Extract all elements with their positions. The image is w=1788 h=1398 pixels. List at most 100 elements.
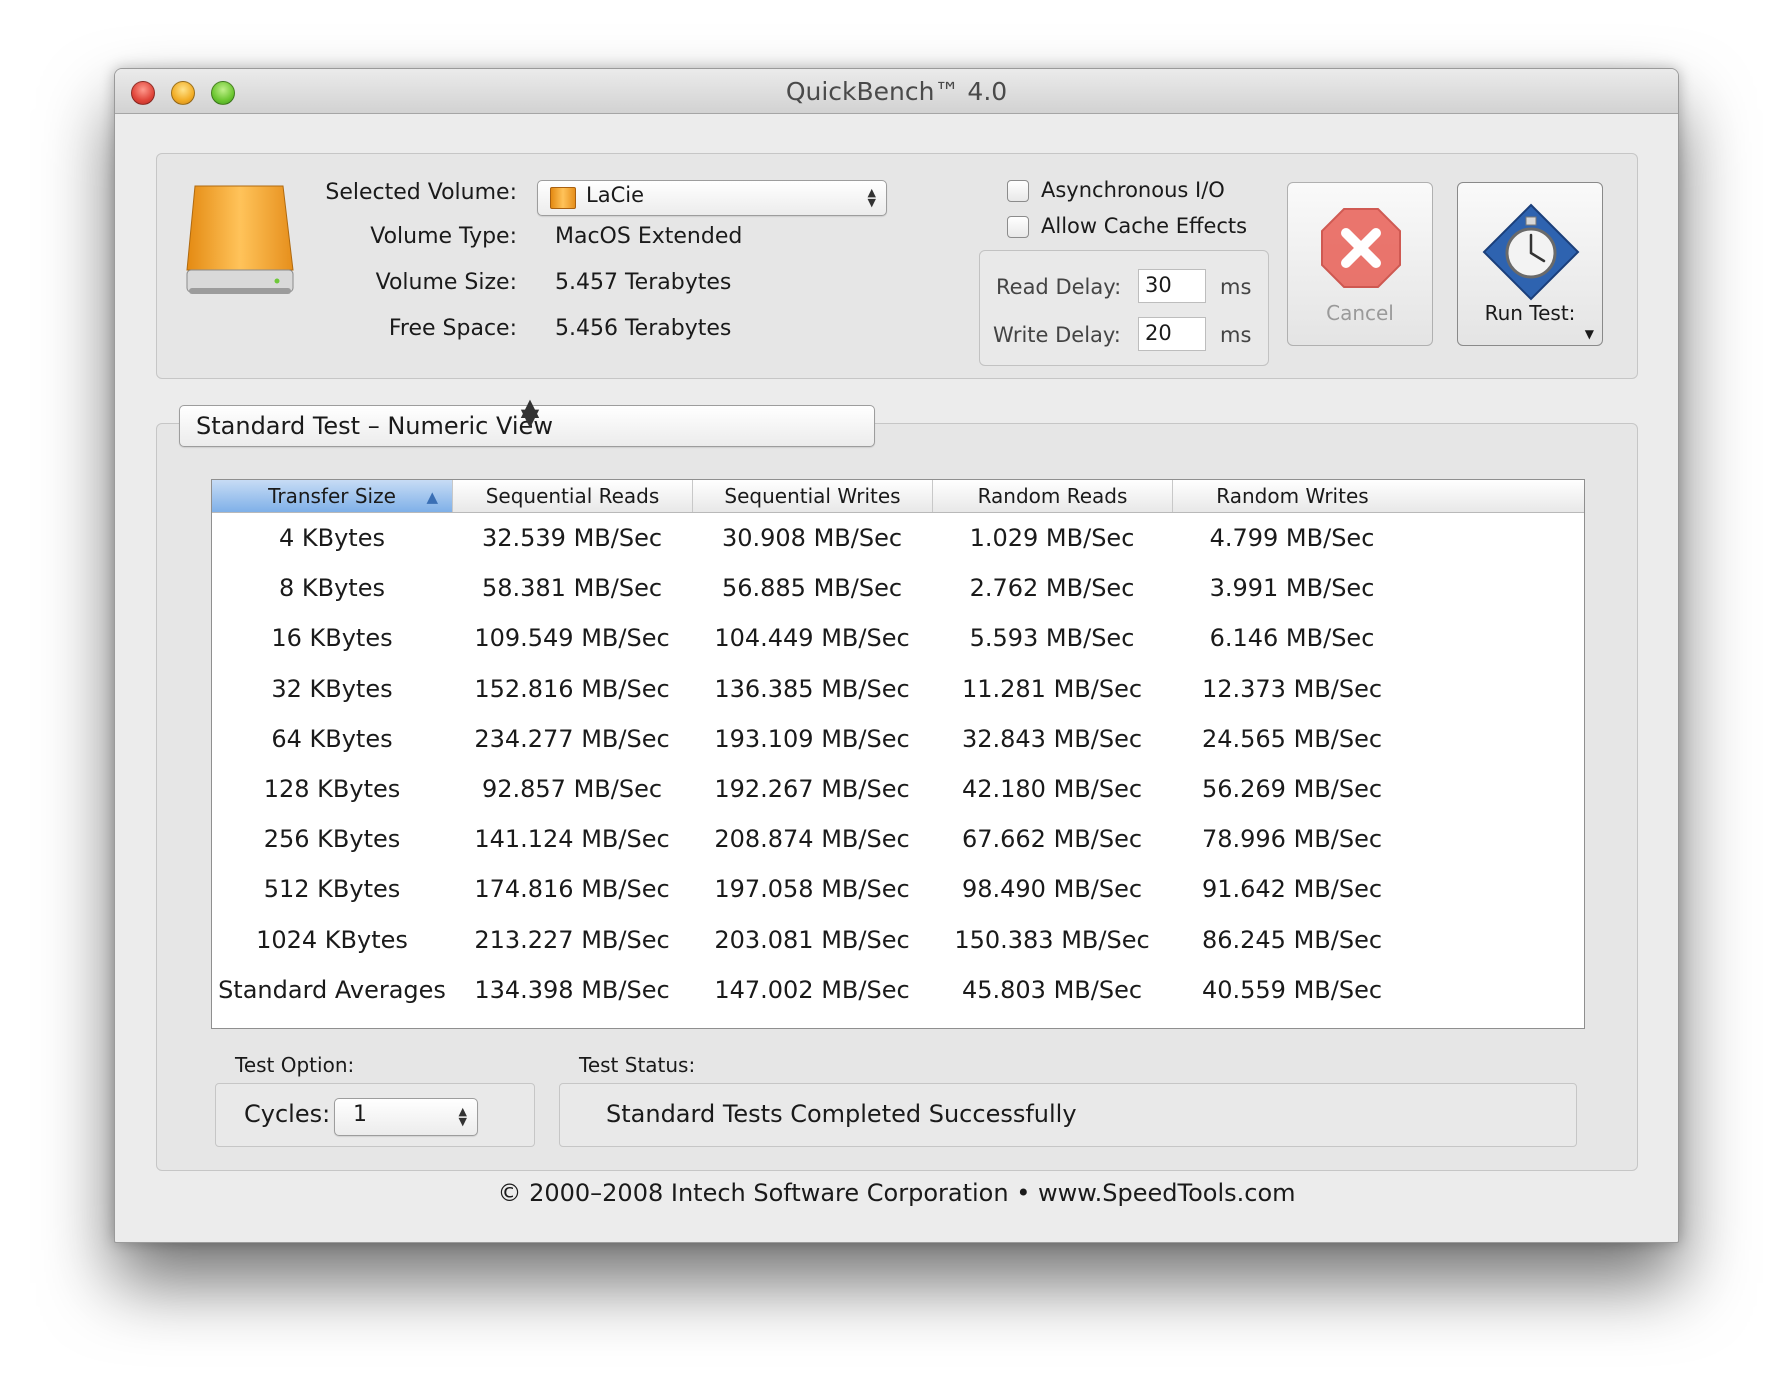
cell-sequential-writes: 136.385 MB/Sec xyxy=(714,674,910,703)
column-header-random-writes[interactable]: Random Writes xyxy=(1172,480,1412,512)
test-status-label: Test Status: xyxy=(579,1053,696,1077)
table-row[interactable]: 16 KBytes 109.549 MB/Sec 104.449 MB/Sec 5.5… xyxy=(212,613,1584,663)
cache-effects-checkbox[interactable] xyxy=(1007,216,1029,238)
cell-random-reads: 150.383 MB/Sec xyxy=(954,925,1150,954)
cell-random-writes: 24.565 MB/Sec xyxy=(1201,724,1383,753)
cell-sequential-writes: 104.449 MB/Sec xyxy=(714,624,910,653)
cell-sequential-reads: 134.398 MB/Sec xyxy=(474,975,670,1004)
cell-transfer-size: Standard Averages xyxy=(218,975,446,1004)
column-header-sequential-writes[interactable]: Sequential Writes xyxy=(692,480,932,512)
cell-transfer-size: 128 KBytes xyxy=(263,775,401,803)
test-status-value: Standard Tests Completed Successfully xyxy=(606,1100,1077,1128)
cell-random-writes: 4.799 MB/Sec xyxy=(1209,524,1375,552)
free-space-value: 5.456 Terabytes xyxy=(555,316,732,341)
test-option-box: Cycles: 1 ▲ ▼ xyxy=(215,1083,535,1147)
title-bar: QuickBench™ 4.0 xyxy=(115,69,1678,114)
volume-size-value: 5.457 Terabytes xyxy=(555,270,732,295)
cell-random-reads: 1.029 MB/Sec xyxy=(969,524,1135,552)
cell-random-reads: 5.593 MB/Sec xyxy=(969,624,1135,653)
cell-transfer-size: 16 KBytes xyxy=(271,624,393,653)
select-arrows-icon: ▲ ▼ xyxy=(867,186,876,209)
app-window: QuickBench™ 4.0 Selected Volume: LaCie ▲… xyxy=(114,68,1679,1243)
stop-icon xyxy=(1321,208,1401,288)
stopwatch-icon xyxy=(1482,203,1580,301)
cell-random-writes: 91.642 MB/Sec xyxy=(1201,875,1383,904)
cell-sequential-reads: 152.816 MB/Sec xyxy=(474,674,670,703)
cycles-label: Cycles: xyxy=(244,1100,331,1128)
run-test-label: Run Test: xyxy=(1484,301,1576,325)
cycles-select-value: 1 xyxy=(353,1102,367,1127)
selected-volume-label: Selected Volume: xyxy=(325,180,517,205)
external-drive-icon xyxy=(185,182,297,302)
cell-random-writes: 86.245 MB/Sec xyxy=(1201,925,1383,954)
column-header-random-reads[interactable]: Random Reads xyxy=(932,480,1172,512)
read-delay-unit: ms xyxy=(1220,275,1252,299)
table-row[interactable]: 64 KBytes 234.277 MB/Sec 193.109 MB/Sec 32.… xyxy=(212,714,1584,764)
table-row[interactable]: 32 KBytes 152.816 MB/Sec 136.385 MB/Sec 11.… xyxy=(212,664,1584,714)
cell-random-reads: 2.762 MB/Sec xyxy=(969,574,1135,603)
column-header-transfer-size[interactable]: Transfer Size ▲ xyxy=(212,480,452,512)
cancel-button-label: Cancel xyxy=(1326,301,1394,325)
table-row[interactable]: 256 KBytes 141.124 MB/Sec 208.874 MB/Sec 67… xyxy=(212,814,1584,864)
volume-size-label: Volume Size: xyxy=(375,270,517,295)
cell-sequential-reads: 58.381 MB/Sec xyxy=(481,574,663,603)
cell-random-reads: 98.490 MB/Sec xyxy=(961,875,1143,904)
cell-sequential-writes: 192.267 MB/Sec xyxy=(714,775,910,803)
view-select[interactable]: Standard Test – Numeric View ▲ ▼ xyxy=(179,393,875,447)
volume-select-value: LaCie xyxy=(586,183,644,207)
column-header-label: Transfer Size xyxy=(268,484,396,508)
cell-random-writes: 56.269 MB/Sec xyxy=(1201,775,1383,803)
cell-sequential-writes: 193.109 MB/Sec xyxy=(714,724,910,753)
volume-type-value: MacOS Extended xyxy=(555,224,743,249)
write-delay-label: Write Delay: xyxy=(993,323,1121,347)
table-row[interactable]: 512 KBytes 174.816 MB/Sec 197.058 MB/Sec 98… xyxy=(212,864,1584,914)
async-io-checkbox[interactable] xyxy=(1007,180,1029,202)
delay-box: Read Delay: 30 ms Write Delay: 20 ms xyxy=(979,250,1269,366)
cell-random-reads: 42.180 MB/Sec xyxy=(961,775,1143,803)
sort-ascending-icon: ▲ xyxy=(426,488,438,506)
cycles-select[interactable]: 1 ▲ ▼ xyxy=(334,1098,478,1136)
volume-select[interactable]: LaCie ▲ ▼ xyxy=(537,180,887,216)
cell-random-writes: 40.559 MB/Sec xyxy=(1201,975,1383,1004)
cell-transfer-size: 4 KBytes xyxy=(279,524,385,552)
cell-sequential-writes: 208.874 MB/Sec xyxy=(714,825,910,854)
cell-sequential-reads: 32.539 MB/Sec xyxy=(481,524,663,552)
cell-random-writes: 78.996 MB/Sec xyxy=(1201,825,1383,854)
volume-type-label: Volume Type: xyxy=(370,224,517,249)
table-row[interactable]: 8 KBytes 58.381 MB/Sec 56.885 MB/Sec 2.762 … xyxy=(212,563,1584,613)
run-test-button[interactable]: Run Test: ▼ xyxy=(1457,182,1603,346)
copyright-footer: © 2000–2008 Intech Software Corporation … xyxy=(497,1179,1296,1207)
select-arrows-icon: ▲ ▼ xyxy=(520,393,540,431)
column-header-sequential-reads[interactable]: Sequential Reads xyxy=(452,480,692,512)
table-row[interactable]: 4 KBytes 32.539 MB/Sec 30.908 MB/Sec 1.029 … xyxy=(212,513,1584,563)
free-space-label: Free Space: xyxy=(388,316,517,341)
cell-transfer-size: 64 KBytes xyxy=(271,724,393,753)
cancel-button[interactable]: Cancel xyxy=(1287,182,1433,346)
window-title: QuickBench™ 4.0 xyxy=(785,77,1008,106)
cell-random-writes: 3.991 MB/Sec xyxy=(1209,574,1375,603)
cell-sequential-writes: 197.058 MB/Sec xyxy=(714,875,910,904)
table-row[interactable]: 1024 KBytes 213.227 MB/Sec 203.081 MB/Sec 1… xyxy=(212,915,1584,965)
read-delay-field[interactable]: 30 xyxy=(1138,269,1206,303)
cell-sequential-writes: 203.081 MB/Sec xyxy=(714,925,910,954)
cell-random-reads: 11.281 MB/Sec xyxy=(961,674,1143,703)
write-delay-field[interactable]: 20 xyxy=(1138,317,1206,351)
table-row[interactable]: Standard Averages 134.398 MB/Sec 147.002 M… xyxy=(212,965,1584,1015)
cache-effects-label: Allow Cache Effects xyxy=(1041,214,1248,238)
cell-transfer-size: 32 KBytes xyxy=(271,674,393,703)
table-header: Transfer Size ▲ Sequential Reads Sequent… xyxy=(212,480,1584,513)
cell-sequential-writes: 147.002 MB/Sec xyxy=(714,975,910,1004)
volume-panel: Selected Volume: LaCie ▲ ▼ Volume Type: M… xyxy=(156,153,1638,379)
cell-transfer-size: 512 KBytes xyxy=(263,875,401,904)
select-arrows-icon: ▲ ▼ xyxy=(458,1105,467,1128)
cell-sequential-reads: 109.549 MB/Sec xyxy=(474,624,670,653)
async-io-label: Asynchronous I/O xyxy=(1041,178,1225,202)
results-table: Transfer Size ▲ Sequential Reads Sequent… xyxy=(211,479,1585,1029)
cell-random-reads: 67.662 MB/Sec xyxy=(961,825,1143,854)
cell-sequential-reads: 141.124 MB/Sec xyxy=(474,825,670,854)
table-row[interactable]: 128 KBytes 92.857 MB/Sec 192.267 MB/Sec 42.… xyxy=(212,764,1584,814)
cell-transfer-size: 1024 KBytes xyxy=(256,925,408,954)
cell-random-writes: 12.373 MB/Sec xyxy=(1201,674,1383,703)
cell-sequential-writes: 56.885 MB/Sec xyxy=(721,574,903,603)
cell-sequential-reads: 234.277 MB/Sec xyxy=(474,724,670,753)
